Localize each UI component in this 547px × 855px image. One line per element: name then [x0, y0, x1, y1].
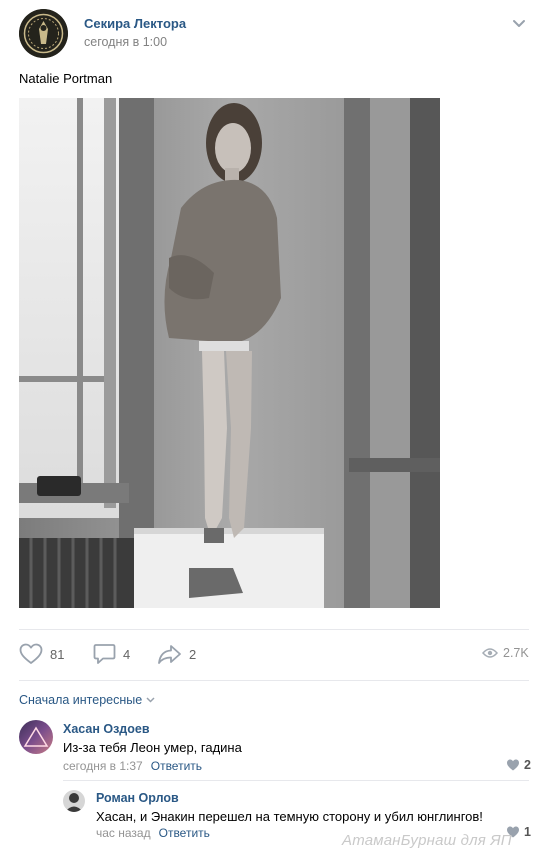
post-text: Natalie Portman	[19, 71, 113, 86]
divider	[19, 629, 529, 630]
comment-icon	[93, 644, 116, 664]
heart-icon	[19, 643, 43, 664]
like-button[interactable]: 81	[19, 643, 64, 665]
comment-author[interactable]: Хасан Оздоев	[63, 722, 150, 736]
post-author[interactable]: Секира Лектора	[84, 16, 186, 31]
watermark: АтаманБурнаш для ЯП	[342, 832, 512, 849]
comment-like-button[interactable]: 2	[506, 758, 531, 772]
chevron-down-icon[interactable]	[512, 19, 526, 29]
comment-text: Хасан, и Энакин перешел на темную сторон…	[96, 809, 483, 824]
comment-button[interactable]: 4	[93, 643, 130, 665]
comment-like-count: 2	[524, 758, 531, 772]
comment-meta: сегодня в 1:37 Ответить	[63, 759, 202, 773]
share-icon	[158, 645, 181, 664]
like-count: 81	[50, 646, 65, 662]
views-count: 2.7K	[503, 646, 529, 660]
reply-button[interactable]: Ответить	[159, 826, 210, 840]
chevron-down-icon	[146, 697, 155, 703]
comment-avatar[interactable]	[63, 790, 85, 812]
author-avatar[interactable]	[19, 9, 68, 58]
eye-icon	[482, 648, 498, 658]
comment-like-count: 1	[524, 825, 531, 839]
sort-label: Сначала интересные	[19, 693, 143, 707]
post-photo[interactable]	[19, 98, 440, 608]
comment-meta: час назад Ответить	[96, 826, 210, 840]
divider	[19, 680, 529, 681]
heart-icon	[507, 759, 519, 771]
comments-sort-dropdown[interactable]: Сначала интересные	[19, 693, 155, 707]
comment-text: Из-за тебя Леон умер, гадина	[63, 740, 242, 755]
share-count: 2	[189, 646, 197, 662]
divider	[63, 780, 529, 781]
comment-avatar[interactable]	[19, 720, 53, 754]
comment-count: 4	[123, 646, 131, 662]
comment-time[interactable]: час назад	[96, 826, 151, 840]
views-counter: 2.7K	[482, 646, 529, 660]
comment-time[interactable]: сегодня в 1:37	[63, 759, 143, 773]
post-time[interactable]: сегодня в 1:00	[84, 35, 167, 49]
comment-author[interactable]: Роман Орлов	[96, 791, 179, 805]
share-button[interactable]: 2	[157, 643, 196, 665]
reply-button[interactable]: Ответить	[151, 759, 202, 773]
